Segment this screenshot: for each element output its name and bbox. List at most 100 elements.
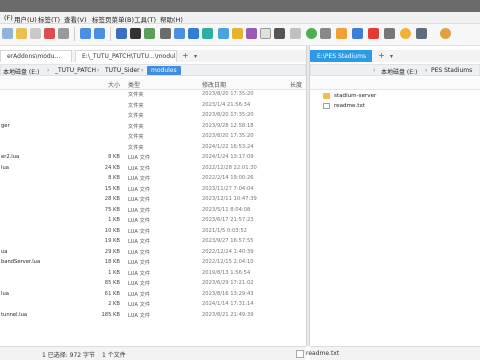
file-type: 文件夹: [128, 113, 144, 119]
terminal-icon[interactable]: [130, 28, 141, 39]
cut-icon[interactable]: [30, 28, 41, 39]
tab-list-icon[interactable]: ▾: [194, 53, 197, 60]
cloud-icon[interactable]: [416, 28, 427, 39]
table-row[interactable]: ua 29 KB LUA 文件 2022/12/24 1:40:39: [0, 248, 306, 258]
search-files-icon[interactable]: [174, 28, 185, 39]
file-type: LUA 文件: [128, 312, 151, 319]
table-row[interactable]: 文件夹 2023/8/20 17:35:20: [0, 111, 306, 121]
properties-icon[interactable]: [116, 28, 127, 39]
shield-icon[interactable]: [246, 28, 257, 39]
delete-icon[interactable]: [44, 28, 55, 39]
table-row[interactable]: 1 KB LUA 文件 2019/8/13 1:56:54: [0, 269, 306, 279]
column-date[interactable]: 修改日期: [202, 80, 226, 89]
gear-icon[interactable]: [320, 28, 331, 39]
table-row[interactable]: 28 KB LUA 文件 2023/12/11 10:47:39: [0, 195, 306, 205]
copy-icon[interactable]: [2, 28, 13, 39]
record-icon[interactable]: [368, 28, 379, 39]
file-type: LUA 文件: [128, 281, 151, 287]
tab-addons[interactable]: erAddons\modu...: [0, 50, 72, 62]
funnel-icon[interactable]: [202, 28, 213, 39]
table-row[interactable]: 文件夹 2023/1/4 21:56:34: [0, 101, 306, 111]
breadcrumb-sider[interactable]: TUTU_Sider: [105, 67, 140, 74]
table-row[interactable]: 15 KB LUA 文件 2023/11/27 7:04:04: [0, 185, 306, 195]
menu-user[interactable]: 用户(U): [14, 14, 37, 24]
table-row[interactable]: 75 KB LUA 文件 2023/5/11 8:04:08: [0, 206, 306, 216]
file-type: LUA 文件: [128, 218, 151, 224]
file-type: LUA 文件: [128, 302, 151, 308]
apps-icon[interactable]: [352, 28, 363, 39]
menu-view[interactable]: 查看(V): [64, 14, 87, 24]
globe-icon[interactable]: [260, 28, 271, 39]
filter-icon[interactable]: [144, 28, 155, 39]
menu-tools[interactable]: 工具(T): [134, 14, 156, 24]
file-date: 2023/8/16 13:29:43: [202, 290, 254, 297]
new-tab-icon[interactable]: +: [378, 51, 385, 60]
breadcrumb-separator: ›: [97, 67, 100, 74]
table-row[interactable]: bandServer.lua 18 KB LUA 文件 2022/12/15 2:04…: [0, 258, 306, 268]
breadcrumb-drive[interactable]: 本地磁盘 (E:): [381, 67, 417, 76]
file-type: LUA 文件: [128, 197, 151, 203]
breadcrumb-modules[interactable]: modules: [147, 66, 181, 75]
tree-icon[interactable]: [306, 28, 317, 39]
clock-icon[interactable]: [290, 28, 301, 39]
table-row[interactable]: 文件夹 2023/8/20 17:35:20: [0, 90, 306, 100]
breadcrumb-pes-stadiums[interactable]: PES Stadiums: [431, 67, 472, 74]
menu-file[interactable]: (F): [4, 14, 13, 22]
table-row[interactable]: 1 KB LUA 文件 2023/6/17 21:57:23: [0, 216, 306, 226]
paste-icon[interactable]: [16, 28, 27, 39]
menu-help[interactable]: 帮助(H): [160, 14, 183, 24]
table-row[interactable]: 文件夹 2023/8/20 17:35:20: [0, 132, 306, 142]
column-length[interactable]: 长度: [290, 80, 302, 89]
breadcrumb-patch[interactable]: _TUTU_PATCH: [55, 67, 96, 74]
shapes-icon[interactable]: [336, 28, 347, 39]
sort-icon[interactable]: [58, 28, 69, 39]
tools-icon[interactable]: [384, 28, 395, 39]
status-file-count: 1 个文件: [102, 352, 126, 359]
table-row[interactable]: lua 61 KB LUA 文件 2023/8/16 13:29:43: [0, 290, 306, 300]
table-row[interactable]: tunnel.lua 185 KB LUA 文件 2023/8/21 21:49:39: [0, 311, 306, 321]
badge-icon[interactable]: [440, 28, 451, 39]
new-tab-icon[interactable]: +: [182, 51, 189, 60]
column-type[interactable]: 类型: [128, 80, 140, 89]
table-row[interactable]: 85 KB LUA 文件 2023/6/29 17:21:02: [0, 279, 306, 289]
column-size[interactable]: 大小: [108, 80, 120, 89]
file-date: 2023/8/21 21:49:39: [202, 311, 254, 318]
breadcrumb-separator: ›: [141, 67, 144, 74]
file-size: 85 KB: [104, 280, 120, 286]
file-date: 2023/1/4 21:56:34: [202, 101, 251, 108]
file-type: LUA 文件: [128, 270, 151, 277]
file-date: 2024/1/22 16:53:24: [202, 143, 254, 150]
table-row[interactable]: 文件夹 2024/1/22 16:53:24: [0, 143, 306, 153]
redo-icon[interactable]: [94, 28, 105, 39]
file-type: LUA 文件: [128, 186, 151, 193]
undo-icon[interactable]: [80, 28, 91, 39]
table-row[interactable]: ger 文件夹 2023/9/28 12:58:18: [0, 122, 306, 132]
sun-icon[interactable]: [400, 28, 411, 39]
tab-pes-stadiums[interactable]: E:\PES Stadiums: [310, 50, 372, 62]
file-date: 2023/12/11 10:47:39: [202, 196, 257, 202]
search-icon[interactable]: [160, 28, 171, 39]
file-name: ger: [1, 122, 10, 129]
file-date: 2023/8/20 17:35:20: [202, 112, 254, 118]
menu-tags[interactable]: 标签(T): [38, 14, 60, 24]
file-list: 文件夹 2023/8/20 17:35:20 文件夹 2023/1/4 21:56:3…: [0, 90, 306, 346]
table-row[interactable]: er2.lua 8 KB LUA 文件 2024/1/24 13:17:09: [0, 153, 306, 163]
search-in-files-icon[interactable]: [188, 28, 199, 39]
file-type: LUA 文件: [128, 249, 151, 256]
status-bar: 1 已选择: 972 字节 1 个文件: [0, 346, 306, 360]
table-row[interactable]: lua 24 KB LUA 文件 2022/12/28 22:01:30: [0, 164, 306, 174]
cpu-icon[interactable]: [274, 28, 285, 39]
table-row[interactable]: 2 KB LUA 文件 2024/1/14 17:31:14: [0, 300, 306, 310]
table-row[interactable]: 10 KB LUA 文件 2021/1/5 0:03:52: [0, 227, 306, 237]
tab-modules[interactable]: E:\_TUTU_PATCH\TUTU...\modules: [75, 50, 177, 62]
star-icon[interactable]: [232, 28, 243, 39]
table-row[interactable]: 8 KB LUA 文件 2022/2/14 19:00:26: [0, 174, 306, 184]
breadcrumb-drive[interactable]: 本地磁盘 (E:): [3, 67, 39, 76]
tab-list-icon[interactable]: ▾: [390, 53, 393, 60]
nav-icon[interactable]: [218, 28, 229, 39]
menu-tab-menu[interactable]: 标签页菜单(B): [92, 14, 134, 24]
column-header: [310, 78, 480, 90]
table-row[interactable]: 19 KB LUA 文件 2023/9/27 16:57:55: [0, 237, 306, 247]
breadcrumb-separator: ›: [425, 67, 428, 74]
file-type: LUA 文件: [128, 176, 151, 182]
